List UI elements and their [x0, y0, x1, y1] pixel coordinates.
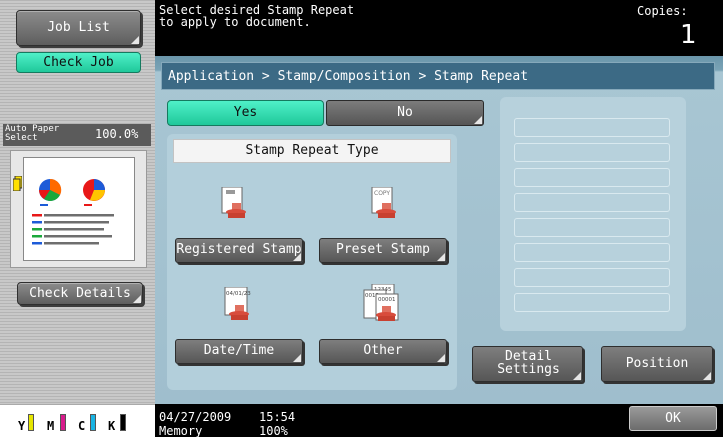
preset-stamp-label: Preset Stamp: [336, 242, 430, 257]
position-label: Position: [625, 356, 689, 371]
date-time-button[interactable]: Date/Time: [175, 339, 303, 364]
original-stack-icon: [12, 175, 23, 192]
stamp-repeat-type-header: Stamp Repeat Type: [173, 139, 451, 163]
breadcrumb-text: Application > Stamp/Composition > Stamp …: [168, 69, 529, 84]
detail-settings-button[interactable]: Detail Settings: [472, 346, 583, 382]
instruction-message: Select desired Stamp Repeat to apply to …: [159, 3, 355, 29]
job-list-label: Job List: [47, 20, 110, 35]
ok-button[interactable]: OK: [629, 406, 717, 431]
copies-label: Copies:: [637, 4, 688, 18]
summary-slot: [514, 268, 670, 287]
other-label: Other: [363, 343, 403, 358]
zoom-value: 100.0%: [95, 127, 139, 141]
toner-k-label: K: [108, 419, 116, 433]
check-details-button[interactable]: Check Details: [17, 282, 143, 305]
ok-label: OK: [665, 411, 681, 426]
toner-indicator: Y M C K: [0, 404, 155, 437]
toner-m-bar: [60, 414, 66, 431]
registered-stamp-button[interactable]: Registered Stamp: [175, 238, 303, 263]
summary-slot: [514, 243, 670, 262]
other-icon-text-c: 00001: [378, 297, 396, 303]
preset-stamp-icon: COPY: [370, 186, 404, 229]
toner-c-label: C: [78, 419, 86, 433]
check-job-label: Check Job: [43, 55, 114, 70]
toner-y-label: Y: [18, 419, 26, 433]
check-details-label: Check Details: [29, 286, 131, 301]
copies-value: 1: [680, 20, 697, 50]
other-button[interactable]: Other: [319, 339, 447, 364]
preset-stamp-button[interactable]: Preset Stamp: [319, 238, 447, 263]
memory-label: Memory: [159, 424, 203, 438]
position-button[interactable]: Position: [601, 346, 713, 382]
no-label: No: [397, 105, 413, 120]
no-button[interactable]: No: [326, 100, 484, 126]
summary-slot: [514, 118, 670, 137]
message-bar: Select desired Stamp Repeat to apply to …: [155, 0, 723, 56]
stamp-repeat-type-title: Stamp Repeat Type: [245, 143, 379, 158]
status-date: 04/27/2009: [159, 410, 232, 424]
toner-m-label: M: [47, 419, 55, 433]
date-time-icon: 04/01/23: [223, 286, 257, 329]
toner-y-bar: [28, 414, 34, 431]
summary-slot: [514, 218, 670, 237]
check-job-button[interactable]: Check Job: [16, 52, 141, 73]
other-stamp-icon: 12345 0012 00001: [362, 283, 402, 330]
date-time-label: Date/Time: [203, 343, 275, 358]
preview-page-thumbnail: [23, 157, 135, 261]
status-bar: 04/27/2009 15:54 Memory 100% OK: [155, 404, 723, 438]
registered-stamp-icon: [220, 186, 254, 229]
job-list-button[interactable]: Job List: [16, 10, 141, 46]
registered-stamp-label: Registered Stamp: [176, 242, 302, 257]
date-icon-text: 04/01/23: [226, 291, 251, 297]
summary-slot: [514, 143, 670, 162]
yes-button[interactable]: Yes: [167, 100, 324, 126]
toner-c-bar: [90, 414, 96, 431]
paper-select-label: Auto Paper Select: [5, 124, 60, 143]
summary-slot: [514, 293, 670, 312]
summary-slot: [514, 168, 670, 187]
summary-slot: [514, 193, 670, 212]
toner-k-bar: [120, 414, 126, 431]
status-time: 15:54: [259, 410, 296, 424]
memory-value: 100%: [259, 424, 288, 438]
preset-icon-text: COPY: [374, 190, 390, 197]
breadcrumb: Application > Stamp/Composition > Stamp …: [161, 62, 715, 90]
detail-settings-label: Detail Settings: [497, 349, 560, 377]
preview-header: Auto Paper Select 100.0%: [3, 124, 151, 146]
yes-label: Yes: [233, 105, 258, 120]
